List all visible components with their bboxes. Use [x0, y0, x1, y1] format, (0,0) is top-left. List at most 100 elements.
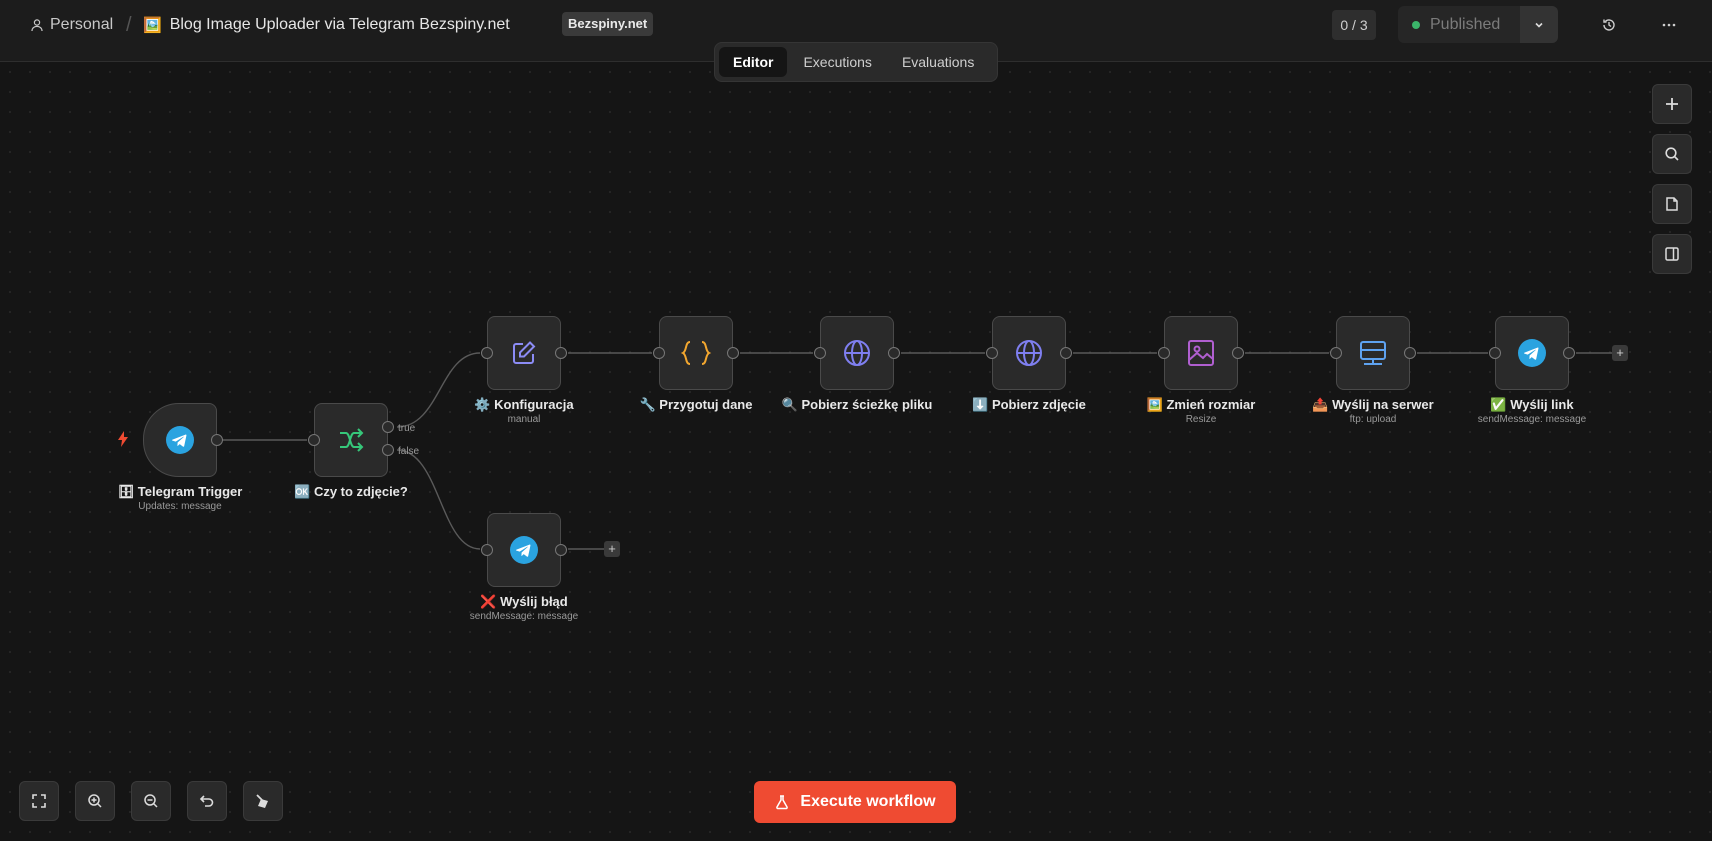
node-label: 🗄 Telegram Trigger — [117, 484, 243, 499]
history-button[interactable] — [1596, 12, 1622, 38]
node-przygotuj-dane[interactable] — [653, 316, 739, 390]
trigger-bolt-icon — [118, 431, 128, 447]
node-label: 📤 Wyślij na serwer — [1312, 397, 1434, 412]
branch-label-true: true — [398, 423, 416, 434]
input-handle[interactable] — [1330, 347, 1342, 359]
add-node-panel-button[interactable] — [1652, 84, 1692, 124]
node-konfiguracja[interactable] — [481, 316, 567, 390]
node-wyslij-blad[interactable] — [481, 513, 567, 587]
evaluation-counter[interactable]: 0 / 3 — [1332, 10, 1376, 40]
sticky-note-icon — [1666, 197, 1678, 211]
input-handle[interactable] — [308, 434, 320, 446]
node-label: ⬇️ Pobierz zdjęcie — [972, 397, 1086, 412]
publish-button-group: Published — [1398, 6, 1558, 43]
view-tabs: Editor Executions Evaluations — [714, 42, 998, 82]
breadcrumb-separator: / — [126, 13, 132, 36]
tidy-up-button[interactable] — [243, 781, 283, 821]
published-status-dot — [1412, 20, 1420, 29]
input-handle[interactable] — [814, 347, 826, 359]
published-button[interactable]: Published — [1398, 6, 1520, 43]
publish-dropdown-button[interactable] — [1520, 6, 1558, 43]
output-handle[interactable] — [1563, 347, 1575, 359]
output-handle[interactable] — [888, 347, 900, 359]
node-label: 🆗 Czy to zdjęcie? — [294, 484, 408, 499]
node-subtitle: sendMessage: message — [1477, 414, 1587, 425]
input-handle[interactable] — [653, 347, 665, 359]
node-subtitle: Resize — [1185, 414, 1217, 425]
output-handle[interactable] — [555, 544, 567, 556]
fit-view-icon — [32, 794, 46, 808]
output-handle[interactable] — [1232, 347, 1244, 359]
execute-workflow-button[interactable]: Execute workflow — [754, 781, 956, 823]
add-node-button[interactable]: + — [604, 541, 620, 557]
chevron-down-icon — [1535, 22, 1543, 28]
edit-icon — [513, 341, 536, 364]
input-handle[interactable] — [1158, 347, 1170, 359]
zoom-out-icon — [144, 794, 158, 808]
node-telegram-trigger[interactable] — [143, 403, 223, 477]
workflow-tag[interactable]: Bezspiny.net — [562, 12, 654, 36]
broom-icon — [256, 794, 268, 808]
output-handle-true[interactable] — [382, 421, 394, 433]
input-handle[interactable] — [481, 544, 493, 556]
workflow-canvas[interactable] — [0, 62, 1712, 841]
more-horizontal-icon — [1662, 23, 1676, 27]
node-subtitle: manual — [507, 414, 541, 425]
workflow-title[interactable]: 🖼️ Blog Image Uploader via Telegram Bezs… — [143, 14, 510, 36]
node-zmien-rozmiar[interactable] — [1158, 316, 1244, 390]
tab-editor[interactable]: Editor — [719, 47, 788, 77]
input-handle[interactable] — [481, 347, 493, 359]
tab-executions[interactable]: Executions — [789, 47, 885, 77]
user-icon — [31, 19, 43, 32]
node-label: ✅ Wyślij link — [1490, 397, 1574, 412]
telegram-icon — [510, 536, 538, 564]
image-icon — [1188, 340, 1214, 366]
node-pobierz-sciezke-pliku[interactable] — [814, 316, 900, 390]
add-node-button[interactable]: + — [1612, 345, 1628, 361]
add-sticky-note-button[interactable] — [1652, 184, 1692, 224]
node-subtitle: Updates: message — [138, 501, 222, 512]
workflow-title-text: Blog Image Uploader via Telegram Bezspin… — [169, 16, 510, 33]
search-icon — [1665, 147, 1679, 161]
undo-button[interactable] — [187, 781, 227, 821]
output-handle[interactable] — [211, 434, 223, 446]
if-branch-icon — [340, 428, 364, 452]
tab-evaluations[interactable]: Evaluations — [888, 47, 988, 77]
more-options-button[interactable] — [1656, 12, 1682, 38]
zoom-in-icon — [88, 794, 102, 808]
node-czy-to-zdjecie[interactable] — [308, 403, 394, 477]
node-label: ⚙️ Konfiguracja — [474, 397, 574, 412]
telegram-icon — [1518, 339, 1546, 367]
output-handle[interactable] — [1404, 347, 1416, 359]
output-handle-false[interactable] — [382, 444, 394, 456]
input-handle[interactable] — [1489, 347, 1501, 359]
node-wyslij-link[interactable] — [1489, 316, 1575, 390]
flask-icon — [776, 795, 789, 810]
fit-view-button[interactable] — [19, 781, 59, 821]
telegram-icon — [166, 426, 194, 454]
plus-icon — [1666, 98, 1678, 110]
code-braces-icon — [680, 341, 712, 365]
breadcrumb-personal-label: Personal — [50, 16, 114, 33]
node-label: 🖼️ Zmień rozmiar — [1146, 397, 1256, 412]
server-icon — [1360, 341, 1386, 365]
globe-icon — [1016, 340, 1042, 366]
globe-icon — [844, 340, 870, 366]
toggle-side-panel-button[interactable] — [1652, 234, 1692, 274]
output-handle[interactable] — [555, 347, 567, 359]
output-handle[interactable] — [1060, 347, 1072, 359]
output-handle[interactable] — [727, 347, 739, 359]
search-nodes-button[interactable] — [1652, 134, 1692, 174]
breadcrumb-personal[interactable]: Personal — [30, 14, 113, 36]
node-label: ❌ Wyślij błąd — [480, 594, 568, 609]
zoom-in-button[interactable] — [75, 781, 115, 821]
input-handle[interactable] — [986, 347, 998, 359]
node-wyslij-na-serwer[interactable] — [1330, 316, 1416, 390]
execute-workflow-label: Execute workflow — [800, 793, 936, 810]
picture-emoji-icon: 🖼️ — [143, 17, 162, 34]
node-label: 🔍 Pobierz ścieżkę pliku — [781, 397, 933, 412]
branch-label-false: false — [398, 446, 420, 457]
node-subtitle: sendMessage: message — [469, 611, 579, 622]
zoom-out-button[interactable] — [131, 781, 171, 821]
node-pobierz-zdjecie[interactable] — [986, 316, 1072, 390]
